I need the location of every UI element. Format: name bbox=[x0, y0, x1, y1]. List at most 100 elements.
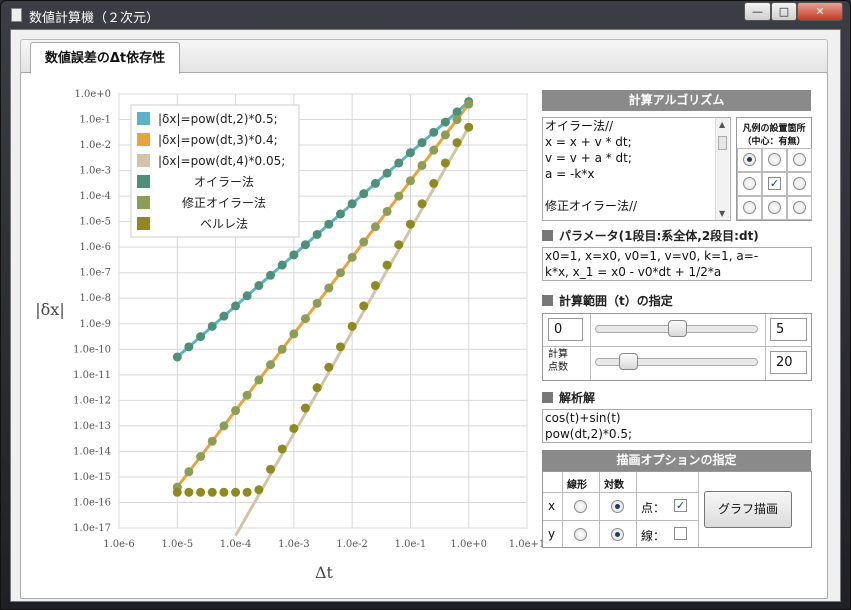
data-point bbox=[370, 281, 380, 291]
data-point bbox=[382, 206, 392, 216]
x-log-radio[interactable] bbox=[611, 500, 624, 513]
y-log-radio[interactable] bbox=[611, 528, 624, 541]
legend-position-cell bbox=[787, 172, 812, 196]
parameters-textarea[interactable]: x0=1, x=x0, v0=1, v=v0, k=1, a=- k*x, x_… bbox=[542, 247, 812, 281]
data-point bbox=[277, 344, 287, 354]
data-point bbox=[464, 122, 474, 132]
legend-position-cell bbox=[787, 148, 812, 172]
legend-position-radio[interactable] bbox=[793, 201, 806, 214]
t-range-slider-thumb[interactable] bbox=[668, 320, 687, 337]
data-point bbox=[370, 222, 380, 232]
y-tick-label: 1.0e-8 bbox=[79, 293, 111, 304]
y-tick-label: 1.0e-15 bbox=[73, 472, 111, 483]
parameters-label: パラメータ(1段目:系全体,2段目:dt) bbox=[542, 227, 759, 244]
analytic-label-text: 解析解 bbox=[559, 391, 596, 405]
x-tick-label: 1.0e+1 bbox=[509, 539, 546, 550]
data-point bbox=[429, 127, 439, 137]
points-slider-thumb[interactable] bbox=[619, 353, 638, 370]
legend-position-radio[interactable] bbox=[743, 177, 756, 190]
data-point bbox=[417, 199, 427, 209]
y-tick-label: 1.0e-14 bbox=[73, 446, 111, 457]
algorithm-scrollbar[interactable]: ▲ ▼ bbox=[715, 118, 729, 220]
data-point bbox=[266, 270, 276, 280]
data-point bbox=[417, 160, 427, 170]
legend-center-checkbox[interactable]: ✓ bbox=[768, 177, 781, 190]
app-window: 数値計算機（２次元） — □ ✕ 数値誤差のΔt依存性 1.0e-6 1.0e-5… bbox=[0, 0, 851, 610]
x-axis-label: Δt bbox=[315, 563, 334, 582]
data-point bbox=[452, 115, 462, 125]
data-point bbox=[359, 189, 369, 199]
points-label: 計算 点数 bbox=[548, 349, 568, 373]
x-linear-radio[interactable] bbox=[574, 500, 587, 513]
x-row-label: x bbox=[548, 499, 556, 513]
y-tick-label: 1.0e-9 bbox=[79, 319, 111, 330]
point-label: 点： bbox=[641, 501, 666, 515]
data-point bbox=[254, 375, 264, 385]
x-tick-label: 1.0e-3 bbox=[278, 539, 310, 550]
data-point bbox=[266, 360, 276, 370]
t-max-input[interactable]: 5 bbox=[770, 318, 807, 341]
data-point bbox=[196, 332, 206, 342]
y-linear-radio[interactable] bbox=[574, 528, 587, 541]
y-row-label: y bbox=[548, 527, 556, 541]
legend-position-cell bbox=[737, 196, 762, 220]
data-point bbox=[405, 219, 415, 229]
legend-position-radio[interactable] bbox=[768, 201, 781, 214]
y-tick-label: 1.0e-13 bbox=[73, 421, 111, 432]
data-point bbox=[231, 301, 241, 311]
parameters-label-text: パラメータ(1段目:系全体,2段目:dt) bbox=[559, 229, 759, 243]
analytic-label: 解析解 bbox=[542, 389, 595, 406]
data-point bbox=[405, 148, 415, 158]
t-min-input[interactable]: 0 bbox=[548, 318, 583, 341]
data-point bbox=[429, 178, 439, 188]
legend-position-cell bbox=[787, 196, 812, 220]
y-tick-label: 1.0e-6 bbox=[79, 242, 111, 253]
data-point bbox=[207, 487, 217, 497]
algorithm-textarea[interactable]: オイラー法// x = x + v * dt; v = v + a * dt; … bbox=[542, 117, 731, 221]
data-point bbox=[266, 464, 276, 474]
y-tick-label: 1.0e-17 bbox=[73, 523, 111, 534]
data-point bbox=[196, 452, 206, 462]
legend-position-cell: ✓ bbox=[762, 172, 787, 196]
data-point bbox=[172, 352, 182, 362]
legend-position-radio[interactable] bbox=[743, 201, 756, 214]
legend-position-title: 凡例の設置箇所 bbox=[742, 124, 806, 134]
x-tick-label: 1.0e-2 bbox=[336, 539, 368, 550]
legend-position-radio[interactable] bbox=[793, 177, 806, 190]
data-point bbox=[300, 314, 310, 324]
data-point bbox=[184, 342, 194, 352]
minimize-button[interactable]: — bbox=[744, 2, 771, 21]
data-point bbox=[405, 176, 415, 186]
data-point bbox=[394, 158, 404, 168]
legend-swatch bbox=[137, 196, 150, 209]
line-checkbox[interactable] bbox=[674, 527, 687, 540]
data-point bbox=[335, 342, 345, 352]
data-point bbox=[440, 117, 450, 127]
y-tick-label: 1.0e-1 bbox=[79, 115, 111, 126]
legend-position-cell bbox=[737, 148, 762, 172]
legend-position-radio[interactable] bbox=[768, 153, 781, 166]
data-point bbox=[219, 421, 229, 431]
points-input[interactable]: 20 bbox=[770, 351, 807, 374]
linear-column-label: 線形 bbox=[567, 480, 587, 491]
data-point bbox=[312, 229, 322, 239]
data-point bbox=[324, 283, 334, 293]
point-checkbox[interactable]: ✓ bbox=[674, 499, 687, 512]
data-point bbox=[440, 158, 450, 168]
data-point bbox=[242, 291, 252, 301]
legend-entry: |δx|=pow(dt,4)*0.05; bbox=[158, 154, 285, 168]
maximize-button[interactable]: □ bbox=[771, 2, 797, 21]
data-point bbox=[417, 138, 427, 148]
legend-position-cell bbox=[737, 172, 762, 196]
y-tick-label: 1.0e-12 bbox=[73, 395, 111, 406]
data-point bbox=[242, 390, 252, 400]
legend-position-radio[interactable] bbox=[793, 153, 806, 166]
legend-position-panel: 凡例の設置箇所 （中心：有無） ✓ bbox=[736, 117, 812, 221]
draw-graph-button[interactable]: グラフ描画 bbox=[704, 491, 792, 528]
y-tick-label: 1.0e-5 bbox=[79, 217, 111, 228]
analytic-textarea[interactable]: cos(t)+sin(t) pow(dt,2)*0.5; bbox=[542, 409, 812, 443]
close-button[interactable]: ✕ bbox=[797, 2, 843, 21]
legend-position-radio[interactable] bbox=[743, 153, 756, 166]
data-point bbox=[289, 329, 299, 339]
title-bar[interactable]: 数値計算機（２次元） — □ ✕ bbox=[1, 1, 850, 29]
